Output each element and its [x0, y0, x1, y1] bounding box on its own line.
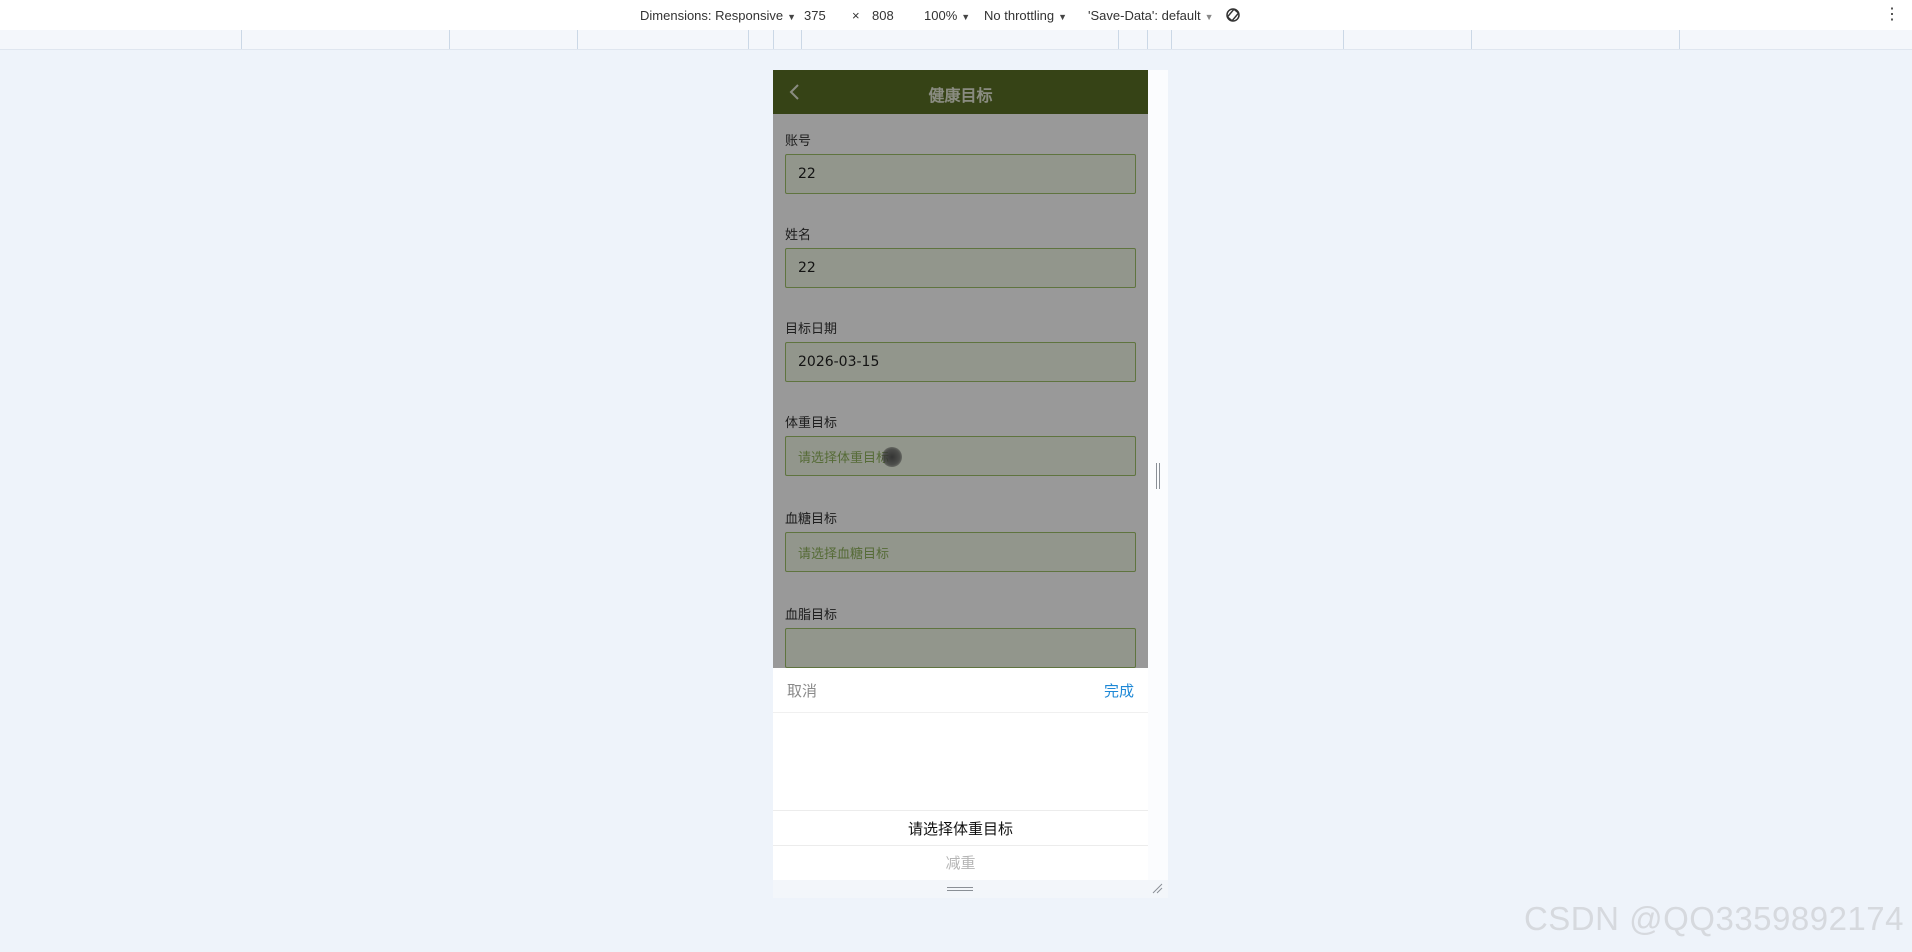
zoom-value: 100%: [924, 8, 958, 23]
account-input[interactable]: 22: [785, 154, 1136, 194]
device-height-input[interactable]: [868, 6, 918, 24]
dimensions-label: Dimensions: Responsive: [640, 8, 784, 23]
caret-down-icon: ▼: [1058, 12, 1068, 22]
more-options-icon[interactable]: ⋮: [1884, 4, 1900, 24]
weight-goal-placeholder: 请选择体重目标: [798, 450, 890, 466]
blood-sugar-goal-placeholder: 请选择血糖目标: [798, 546, 890, 562]
picker-confirm-button[interactable]: 完成: [1104, 680, 1134, 701]
caret-down-icon: ▼: [787, 12, 796, 22]
name-input[interactable]: 22: [785, 248, 1136, 288]
app-header: 健康目标: [773, 70, 1148, 114]
caret-down-icon: ▼: [961, 12, 971, 22]
rotate-icon[interactable]: [1224, 6, 1242, 24]
csdn-watermark: CSDN @QQ3359892174: [1523, 900, 1904, 937]
device-viewport: 健康目标 账号 22 姓名 22 目标日期 2026-03-15 体重目标 请选…: [773, 70, 1148, 898]
name-label: 姓名: [785, 228, 812, 243]
media-query-ruler: [0, 30, 1912, 50]
picker-cancel-button[interactable]: 取消: [787, 680, 817, 701]
resize-handle-bottom[interactable]: [947, 886, 973, 892]
throttling-value: No throttling: [984, 8, 1055, 23]
picker-column[interactable]: 请选择体重目标 减重: [773, 712, 1148, 898]
blood-sugar-goal-label: 血糖目标: [785, 512, 838, 527]
devtools-device-toolbar: Dimensions: Responsive▼ × 100%▼ No throt…: [0, 0, 1912, 31]
times-sign: ×: [852, 8, 860, 23]
target-date-label: 目标日期: [785, 322, 838, 337]
account-label: 账号: [785, 134, 812, 149]
weight-goal-select[interactable]: 请选择体重目标: [785, 436, 1136, 476]
blood-lipid-goal-select[interactable]: [785, 628, 1136, 668]
save-data-value: 'Save-Data': default: [1088, 8, 1201, 23]
weight-goal-label: 体重目标: [785, 416, 838, 431]
picker-option-selected[interactable]: 请选择体重目标: [773, 818, 1148, 839]
picker-option[interactable]: 减重: [773, 852, 1148, 873]
dimensions-dropdown[interactable]: Dimensions: Responsive ▼: [640, 8, 796, 23]
resize-corner-icon[interactable]: [1151, 882, 1163, 894]
resize-handle-right[interactable]: [1155, 463, 1161, 489]
touch-cursor-icon: [882, 447, 902, 467]
zoom-dropdown[interactable]: 100% ▼: [924, 8, 970, 23]
picker-toolbar: 取消 完成: [773, 668, 1148, 713]
caret-down-icon: ▼: [1204, 12, 1214, 22]
blood-lipid-goal-label: 血脂目标: [785, 608, 838, 623]
blood-sugar-goal-select[interactable]: 请选择血糖目标: [785, 532, 1136, 572]
target-date-input[interactable]: 2026-03-15: [785, 342, 1136, 382]
device-width-input[interactable]: [800, 6, 850, 24]
save-data-dropdown[interactable]: 'Save-Data': default ▼: [1088, 8, 1214, 23]
page-title: 健康目标: [928, 86, 993, 105]
goal-picker-sheet: 取消 完成 请选择体重目标 减重: [773, 668, 1148, 898]
throttling-dropdown[interactable]: No throttling ▼: [984, 8, 1067, 23]
